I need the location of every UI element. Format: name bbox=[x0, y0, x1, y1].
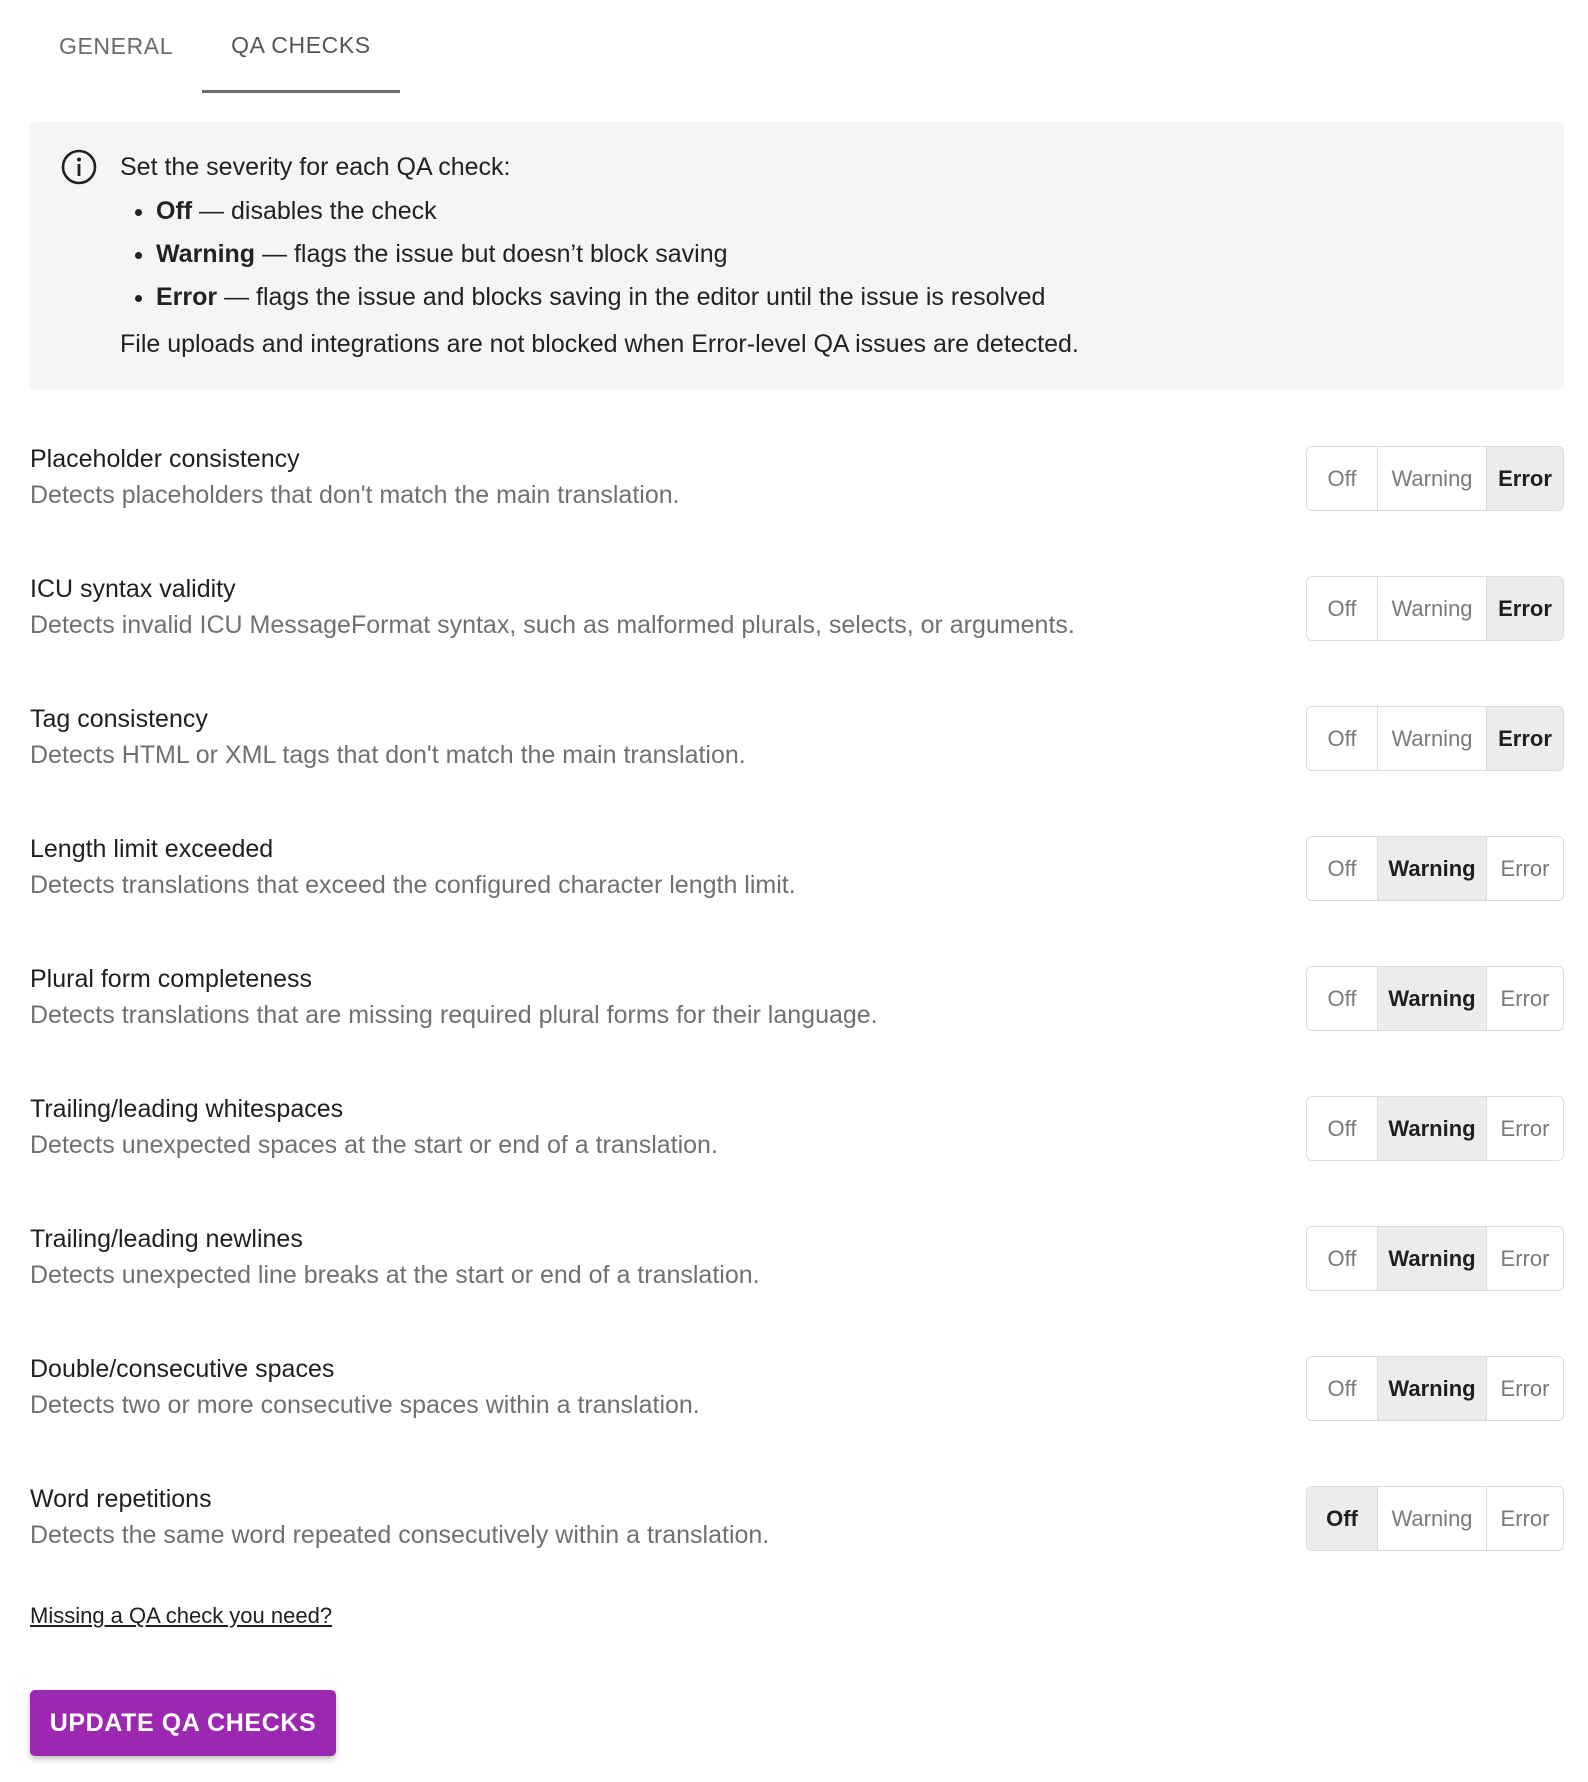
severity-option-error[interactable]: Error bbox=[1486, 447, 1563, 510]
severity-option-warning[interactable]: Warning bbox=[1377, 1097, 1486, 1160]
tab-bar: GENERAL QA CHECKS bbox=[30, 0, 400, 93]
severity-term: Off bbox=[156, 197, 193, 225]
qa-check-row: Double/consecutive spaces Detects two or … bbox=[30, 1350, 1564, 1480]
severity-item-off: Off — disables the check bbox=[156, 190, 1079, 233]
qa-check-row: Tag consistency Detects HTML or XML tags … bbox=[30, 700, 1564, 830]
severity-desc: — flags the issue and blocks saving in t… bbox=[217, 283, 1046, 311]
severity-option-warning[interactable]: Warning bbox=[1377, 837, 1486, 900]
severity-toggle: Off Warning Error bbox=[1306, 1356, 1564, 1421]
severity-option-off[interactable]: Off bbox=[1307, 447, 1377, 510]
severity-option-off[interactable]: Off bbox=[1307, 837, 1377, 900]
severity-option-warning[interactable]: Warning bbox=[1377, 577, 1486, 640]
check-description: Detects placeholders that don't match th… bbox=[30, 481, 680, 509]
severity-toggle: Off Warning Error bbox=[1306, 1486, 1564, 1551]
severity-toggle: Off Warning Error bbox=[1306, 1226, 1564, 1291]
severity-list: Off — disables the check Warning — flags… bbox=[120, 190, 1079, 319]
severity-toggle: Off Warning Error bbox=[1306, 836, 1564, 901]
severity-option-off[interactable]: Off bbox=[1307, 1227, 1377, 1290]
update-qa-checks-button[interactable]: UPDATE QA CHECKS bbox=[30, 1690, 336, 1756]
info-text: Set the severity for each QA check: Off … bbox=[120, 148, 1079, 363]
check-description: Detects unexpected spaces at the start o… bbox=[30, 1131, 718, 1159]
severity-option-error[interactable]: Error bbox=[1486, 1357, 1563, 1420]
qa-check-row: Length limit exceeded Detects translation… bbox=[30, 830, 1564, 960]
severity-option-warning[interactable]: Warning bbox=[1377, 707, 1486, 770]
severity-option-error[interactable]: Error bbox=[1486, 1097, 1563, 1160]
severity-option-error[interactable]: Error bbox=[1486, 707, 1563, 770]
severity-option-error[interactable]: Error bbox=[1486, 837, 1563, 900]
info-intro: Set the severity for each QA check: bbox=[120, 153, 511, 181]
severity-option-error[interactable]: Error bbox=[1486, 577, 1563, 640]
info-box: Set the severity for each QA check: Off … bbox=[30, 122, 1564, 389]
severity-desc: — flags the issue but doesn’t block savi… bbox=[255, 240, 728, 268]
check-description: Detects HTML or XML tags that don't matc… bbox=[30, 741, 746, 769]
severity-option-error[interactable]: Error bbox=[1486, 1227, 1563, 1290]
severity-term: Error bbox=[156, 283, 218, 311]
info-note: File uploads and integrations are not bl… bbox=[120, 330, 1079, 358]
check-description: Detects translations that are missing re… bbox=[30, 1001, 878, 1029]
severity-desc: — disables the check bbox=[192, 197, 437, 225]
check-title: Word repetitions bbox=[30, 1485, 212, 1513]
check-description: Detects two or more consecutive spaces w… bbox=[30, 1391, 700, 1419]
check-title: Length limit exceeded bbox=[30, 835, 274, 863]
qa-check-row: Trailing/leading whitespaces Detects unex… bbox=[30, 1090, 1564, 1220]
severity-option-off[interactable]: Off bbox=[1307, 577, 1377, 640]
check-description: Detects unexpected line breaks at the st… bbox=[30, 1261, 760, 1289]
qa-check-row: Plural form completeness Detects translat… bbox=[30, 960, 1564, 1090]
check-description: Detects invalid ICU MessageFormat syntax… bbox=[30, 611, 1075, 639]
check-description: Detects translations that exceed the con… bbox=[30, 871, 796, 899]
severity-toggle: Off Warning Error bbox=[1306, 1096, 1564, 1161]
severity-option-off[interactable]: Off bbox=[1307, 967, 1377, 1030]
severity-toggle: Off Warning Error bbox=[1306, 446, 1564, 511]
severity-item-warning: Warning — flags the issue but doesn’t bl… bbox=[156, 233, 1079, 276]
info-icon bbox=[61, 149, 97, 185]
qa-check-row: ICU syntax validity Detects invalid ICU M… bbox=[30, 570, 1564, 700]
severity-toggle: Off Warning Error bbox=[1306, 706, 1564, 771]
qa-settings-page: GENERAL QA CHECKS Set the severity for e… bbox=[0, 0, 1588, 1782]
check-title: Trailing/leading whitespaces bbox=[30, 1095, 344, 1123]
severity-option-warning[interactable]: Warning bbox=[1377, 1227, 1486, 1290]
severity-option-off[interactable]: Off bbox=[1307, 707, 1377, 770]
tab-general[interactable]: GENERAL bbox=[30, 0, 202, 93]
qa-check-row: Placeholder consistency Detects placehold… bbox=[30, 440, 1564, 570]
check-title: Double/consecutive spaces bbox=[30, 1355, 335, 1383]
severity-option-warning[interactable]: Warning bbox=[1377, 1357, 1486, 1420]
severity-option-off[interactable]: Off bbox=[1307, 1357, 1377, 1420]
qa-check-row: Word repetitions Detects the same word re… bbox=[30, 1480, 1564, 1610]
qa-check-row: Trailing/leading newlines Detects unexpec… bbox=[30, 1220, 1564, 1350]
severity-option-off[interactable]: Off bbox=[1307, 1097, 1377, 1160]
check-title: Tag consistency bbox=[30, 705, 208, 733]
severity-option-error[interactable]: Error bbox=[1486, 1487, 1563, 1550]
severity-option-error[interactable]: Error bbox=[1486, 967, 1563, 1030]
severity-item-error: Error — flags the issue and blocks savin… bbox=[156, 276, 1079, 319]
severity-toggle: Off Warning Error bbox=[1306, 966, 1564, 1031]
check-title: ICU syntax validity bbox=[30, 575, 236, 603]
check-title: Trailing/leading newlines bbox=[30, 1225, 303, 1253]
check-title: Plural form completeness bbox=[30, 965, 313, 993]
severity-toggle: Off Warning Error bbox=[1306, 576, 1564, 641]
check-description: Detects the same word repeated consecuti… bbox=[30, 1521, 770, 1549]
severity-term: Warning bbox=[156, 240, 256, 268]
tab-qa-checks[interactable]: QA CHECKS bbox=[202, 0, 400, 93]
severity-option-off[interactable]: Off bbox=[1307, 1487, 1377, 1550]
severity-option-warning[interactable]: Warning bbox=[1377, 1487, 1486, 1550]
missing-check-link[interactable]: Missing a QA check you need? bbox=[30, 1603, 332, 1629]
severity-option-warning[interactable]: Warning bbox=[1377, 967, 1486, 1030]
check-title: Placeholder consistency bbox=[30, 445, 300, 473]
severity-option-warning[interactable]: Warning bbox=[1377, 447, 1486, 510]
qa-check-list: Placeholder consistency Detects placehold… bbox=[30, 440, 1564, 1610]
